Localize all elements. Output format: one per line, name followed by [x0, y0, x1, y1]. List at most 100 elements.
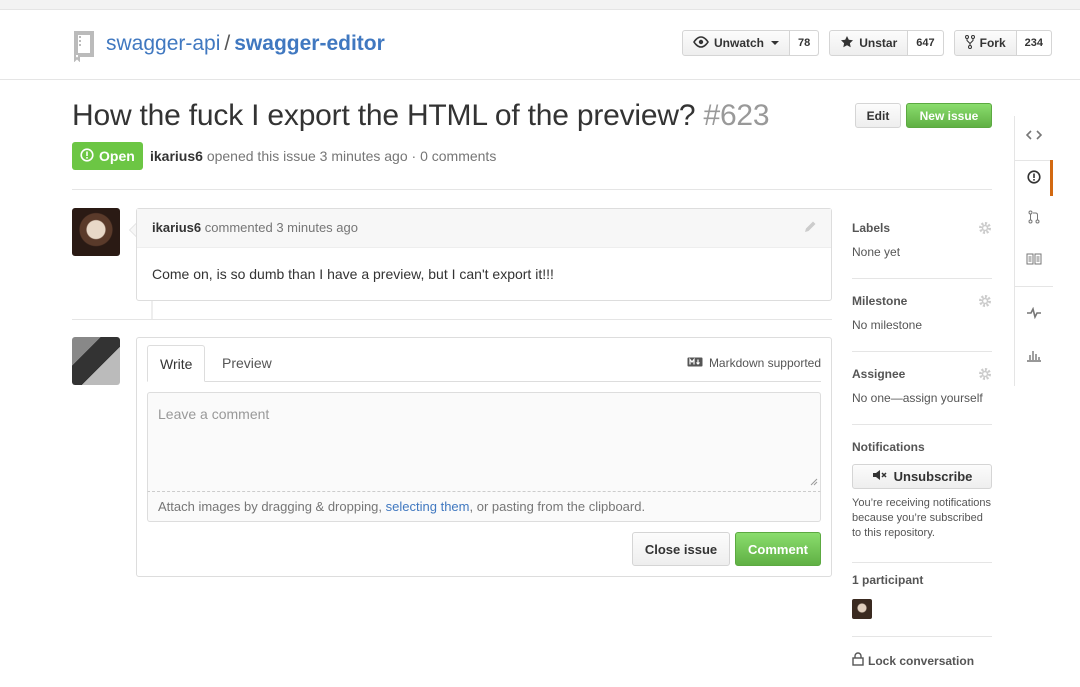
milestone-title: Milestone	[852, 294, 908, 308]
repo-header: swagger-api / swagger-editor Unwatch 78 Un…	[0, 10, 1080, 80]
resize-handle-icon[interactable]	[810, 473, 818, 489]
fork-label: Fork	[979, 36, 1006, 50]
nav-separator	[1015, 286, 1053, 287]
stars-count[interactable]: 647	[908, 31, 943, 55]
repo-icon	[72, 30, 96, 63]
repo-owner-link[interactable]: swagger-api	[106, 32, 220, 55]
notifications-note: You’re receiving notifications because y…	[852, 497, 992, 539]
new-comment-form: Write Preview Markdown supported Leave a…	[136, 337, 832, 577]
unwatch-button[interactable]: Unwatch	[683, 31, 790, 55]
nav-pulse[interactable]	[1015, 302, 1053, 326]
labels-section[interactable]: Labels None yet	[852, 221, 992, 259]
star-icon	[840, 35, 854, 52]
issue-icon	[1027, 169, 1041, 187]
divider	[72, 189, 992, 190]
nav-graphs[interactable]	[1015, 344, 1053, 368]
pagehead-actions: Unwatch 78 Unstar 647 Fork 234	[681, 30, 1052, 56]
nav-code[interactable]	[1015, 124, 1053, 148]
attach-suffix: , or pasting from the clipboard.	[469, 499, 646, 514]
unsubscribe-button[interactable]: Unsubscribe	[852, 464, 992, 489]
markdown-supported-link[interactable]: Markdown supported	[687, 356, 821, 370]
repo-title: swagger-api / swagger-editor	[106, 32, 385, 56]
attach-note: Attach images by dragging & dropping, se…	[147, 492, 821, 522]
lock-icon	[852, 652, 864, 669]
avatar[interactable]	[72, 337, 120, 385]
notifications-title: Notifications	[852, 440, 925, 454]
participant-avatar[interactable]	[852, 599, 872, 619]
issue-meta-text: opened this issue 3 minutes ago · 0 comm…	[206, 148, 497, 164]
graph-icon	[1026, 348, 1042, 365]
unstar-label: Unstar	[859, 36, 898, 50]
tab-write[interactable]: Write	[147, 345, 206, 382]
lock-conversation-link[interactable]: Lock conversation	[852, 652, 992, 669]
labels-title: Labels	[852, 221, 891, 235]
assignee-section[interactable]: Assignee No one—assign yourself	[852, 367, 992, 405]
issue-title: How the fuck I export the HTML of the pr…	[72, 99, 770, 133]
eye-icon	[693, 35, 709, 51]
fork-button[interactable]: Fork	[955, 31, 1017, 55]
markdown-icon	[687, 356, 703, 370]
select-files-link[interactable]: selecting them	[386, 499, 470, 514]
tab-preview[interactable]: Preview	[210, 345, 284, 382]
top-strip	[0, 0, 1080, 10]
unstar-button[interactable]: Unstar	[830, 31, 909, 55]
comment-tabs: Write Preview Markdown supported	[147, 345, 821, 382]
status-label: Open	[99, 148, 135, 164]
assignee-value[interactable]: No one—assign yourself	[852, 391, 992, 405]
wiki-icon	[1026, 253, 1042, 268]
lock-section[interactable]: Lock conversation	[852, 652, 992, 669]
repo-separator: /	[224, 32, 231, 55]
nav-pull-requests[interactable]	[1015, 206, 1053, 230]
nav-issues[interactable]	[1015, 166, 1053, 190]
divider	[72, 319, 832, 320]
divider	[852, 636, 992, 637]
unwatch-label: Unwatch	[713, 36, 764, 50]
close-issue-button[interactable]: Close issue	[632, 532, 730, 566]
unsubscribe-label: Unsubscribe	[893, 469, 973, 484]
comment-header: ikarius6 commented 3 minutes ago	[137, 209, 831, 248]
gear-icon[interactable]	[978, 221, 992, 238]
fork-button-group: Fork 234	[953, 30, 1052, 56]
divider	[852, 424, 992, 425]
fork-icon	[964, 34, 975, 52]
comment-placeholder: Leave a comment	[158, 406, 270, 422]
nav-wiki[interactable]	[1015, 248, 1053, 272]
repo-name-link[interactable]: swagger-editor	[234, 32, 385, 55]
watch-button-group: Unwatch 78	[681, 30, 820, 56]
comment-textarea[interactable]: Leave a comment	[147, 392, 821, 492]
chevron-down-icon	[771, 41, 779, 45]
new-issue-button[interactable]: New issue	[906, 103, 992, 128]
star-button-group: Unstar 647	[829, 30, 944, 56]
participants-section: 1 participant	[852, 573, 992, 619]
labels-value: None yet	[852, 245, 901, 259]
nav-active-indicator	[1050, 160, 1053, 196]
status-badge: Open	[72, 142, 143, 170]
comment-body: Come on, is so dumb than I have a previe…	[152, 266, 554, 282]
participants-title: 1 participant	[852, 573, 924, 587]
comment-author-link[interactable]: ikarius6	[152, 220, 201, 235]
issue-author-link[interactable]: ikarius6	[150, 148, 203, 164]
issue-open-icon	[80, 147, 94, 165]
assignee-title: Assignee	[852, 367, 906, 381]
pencil-icon[interactable]	[803, 220, 817, 237]
lock-label: Lock conversation	[868, 653, 975, 668]
comment-button[interactable]: Comment	[735, 532, 821, 566]
watchers-count[interactable]: 78	[790, 31, 819, 55]
avatar[interactable]	[72, 208, 120, 256]
timeline-line	[151, 301, 153, 319]
notifications-section: Notifications Unsubscribe You’re receivi…	[852, 440, 992, 541]
mute-icon	[872, 469, 888, 484]
nav-separator	[1015, 160, 1053, 161]
milestone-section[interactable]: Milestone No milestone	[852, 294, 992, 332]
pull-request-icon	[1028, 210, 1040, 227]
divider	[852, 351, 992, 352]
divider	[852, 278, 992, 279]
forks-count[interactable]: 234	[1016, 31, 1051, 55]
pulse-icon	[1026, 306, 1042, 322]
gear-icon[interactable]	[978, 367, 992, 384]
gear-icon[interactable]	[978, 294, 992, 311]
issue-number: #623	[703, 99, 770, 132]
edit-button[interactable]: Edit	[855, 103, 901, 128]
issue-comment: ikarius6 commented 3 minutes ago Come on…	[136, 208, 832, 301]
comment-time[interactable]: commented 3 minutes ago	[205, 220, 358, 235]
